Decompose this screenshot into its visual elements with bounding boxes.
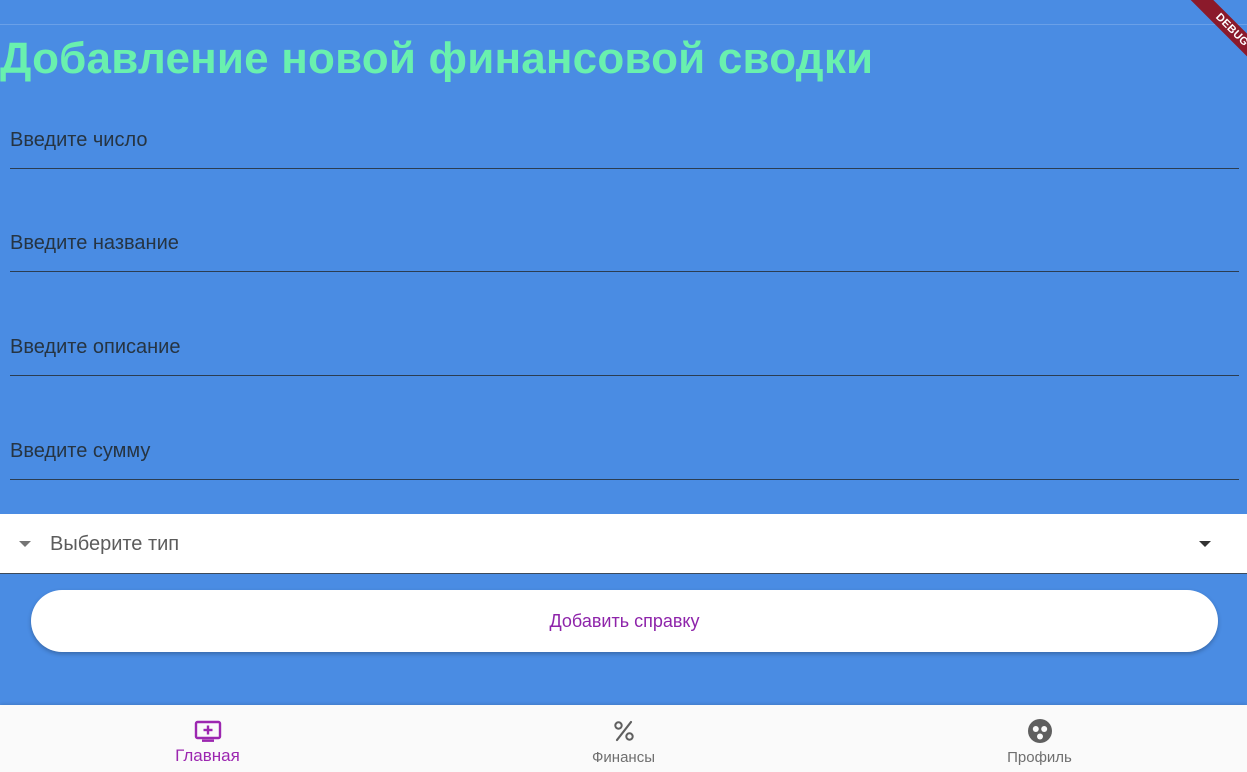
percent-icon	[613, 720, 634, 742]
description-field[interactable]	[10, 315, 1239, 376]
name-field[interactable]	[10, 211, 1239, 272]
add-report-button[interactable]: Добавить справку	[31, 590, 1218, 652]
nav-item-home[interactable]: Главная	[0, 705, 415, 772]
top-divider	[0, 24, 1247, 25]
add-to-queue-icon	[194, 720, 221, 742]
bottom-navigation: Главная Финансы Профиль	[0, 705, 1247, 772]
type-dropdown-label: Выберите тип	[50, 533, 180, 555]
page-title: Добавление новой финансовой сводки	[0, 34, 874, 83]
number-field[interactable]	[10, 108, 1239, 169]
amount-field[interactable]	[10, 419, 1239, 480]
debug-banner-label: DEBUG	[1187, 0, 1247, 75]
number-input[interactable]	[10, 123, 1239, 157]
type-dropdown[interactable]: Выберите тип	[0, 514, 1247, 574]
amount-input[interactable]	[10, 434, 1239, 468]
debug-banner: DEBUG	[1167, 0, 1247, 80]
arrow-drop-down-icon	[19, 541, 31, 547]
chevron-down-icon	[1199, 541, 1211, 547]
description-input[interactable]	[10, 330, 1239, 364]
nav-item-finance[interactable]: Финансы	[416, 705, 831, 772]
name-input[interactable]	[10, 226, 1239, 260]
nav-label-finance: Финансы	[592, 749, 655, 766]
nav-label-profile: Профиль	[1007, 749, 1072, 766]
face-icon	[1027, 719, 1052, 743]
nav-label-home: Главная	[175, 746, 240, 765]
nav-item-profile[interactable]: Профиль	[832, 705, 1247, 772]
